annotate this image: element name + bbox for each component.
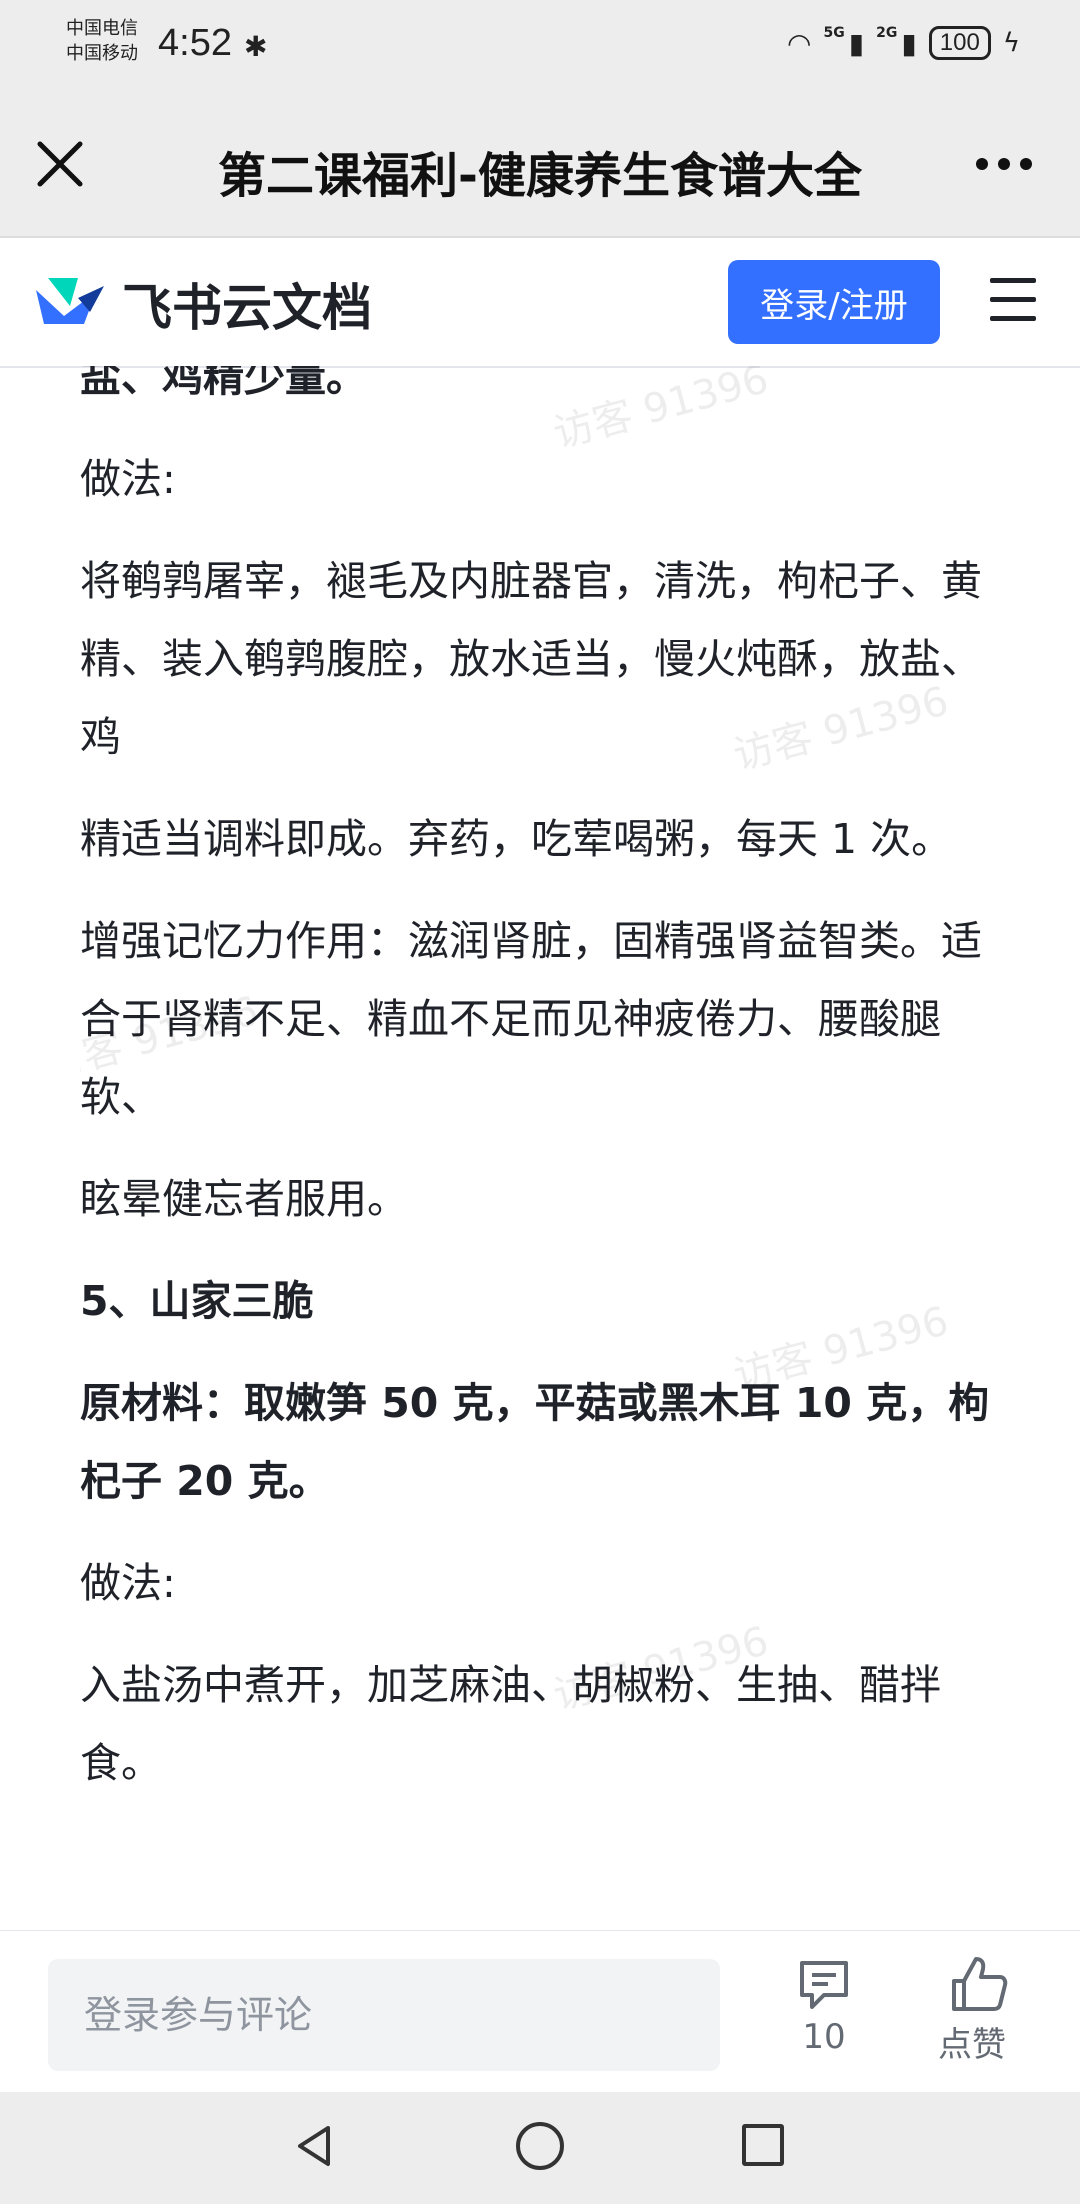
paragraph: 做法: xyxy=(80,455,176,503)
network-tag-1: 5G xyxy=(823,25,845,41)
recent-apps-icon[interactable] xyxy=(742,2124,784,2166)
feishu-logo-icon xyxy=(36,278,104,324)
back-icon[interactable] xyxy=(290,2122,338,2170)
network-tag-2: 2G xyxy=(876,25,898,41)
document-content: 盐、鸡精少量。做法: 将鹌鹑屠宰，褪毛及内脏器官，清洗，枸杞子、黄精、装入鹌鹑腹腔… xyxy=(80,366,1000,1930)
paragraph: 精适当调料即成。弃药，吃荤喝粥，每天 1 次。 xyxy=(80,815,953,863)
title-bar: 第二课福利-健康养生食谱大全 xyxy=(0,96,1080,238)
comment-count: 10 xyxy=(802,2017,846,2057)
more-icon[interactable] xyxy=(976,158,1032,170)
charging-icon: ϟ xyxy=(1002,28,1020,58)
like-label: 点赞 xyxy=(938,2025,1006,2065)
comment-input[interactable]: 登录参与评论 xyxy=(48,1959,720,2071)
carrier-1: 中国电信 xyxy=(66,18,138,39)
thumbs-up-icon[interactable] xyxy=(950,1955,1008,2013)
paragraph: 盐、鸡精少量。 xyxy=(80,366,367,401)
paragraph: 原材料：取嫩笋 50 克，平菇或黑木耳 10 克，枸杞子 20 克。 xyxy=(80,1379,990,1505)
carrier-info: 中国电信 中国移动 xyxy=(66,16,138,66)
paragraph-list: 盐、鸡精少量。做法: 将鹌鹑屠宰，褪毛及内脏器官，清洗，枸杞子、黄精、装入鹌鹑腹腔… xyxy=(80,366,1000,1802)
wifi-icon: ◠ xyxy=(787,26,812,60)
status-icons: ◠ 5G ▮ 2G ▮ 100 ϟ xyxy=(787,25,1020,60)
carrier-2: 中国移动 xyxy=(66,43,138,64)
paragraph: 眩晕健忘者服用。 xyxy=(80,1175,408,1223)
paragraph: 入盐汤中煮开，加芝麻油、胡椒粉、生抽、醋拌食。 xyxy=(80,1661,941,1787)
paragraph: 增强记忆力作用：滋润肾脏，固精强肾益智类。适合于肾精不足、精血不足而见神疲倦力、… xyxy=(80,917,982,1121)
brand-name: 飞书云文档 xyxy=(122,279,372,337)
status-time: 4:52 xyxy=(158,22,232,64)
bottom-bar: 登录参与评论 10 点赞 xyxy=(0,1930,1080,2093)
login-register-button[interactable]: 登录/注册 xyxy=(728,260,940,344)
menu-icon[interactable] xyxy=(990,278,1036,324)
signal-icon-1: ▮ xyxy=(848,26,865,60)
comment-icon[interactable] xyxy=(796,1959,852,2011)
status-bar: 中国电信 中国移动 4:52 ✱ ◠ 5G ▮ 2G ▮ 100 ϟ xyxy=(0,0,1080,96)
paragraph: 将鹌鹑屠宰，褪毛及内脏器官，清洗，枸杞子、黄精、装入鹌鹑腹腔，放水适当，慢火炖酥… xyxy=(80,557,982,761)
system-nav-bar xyxy=(0,2092,1080,2204)
signal-icon-2: ▮ xyxy=(901,26,917,60)
page-title: 第二课福利-健康养生食谱大全 xyxy=(218,148,862,204)
app-header: 飞书云文档 登录/注册 xyxy=(0,238,1080,368)
paragraph: 做法: xyxy=(80,1559,176,1607)
bluetooth-icon: ✱ xyxy=(244,30,268,63)
battery-icon: 100 xyxy=(928,26,991,60)
home-icon[interactable] xyxy=(516,2122,564,2170)
paragraph: 5、山家三脆 xyxy=(80,1277,314,1325)
